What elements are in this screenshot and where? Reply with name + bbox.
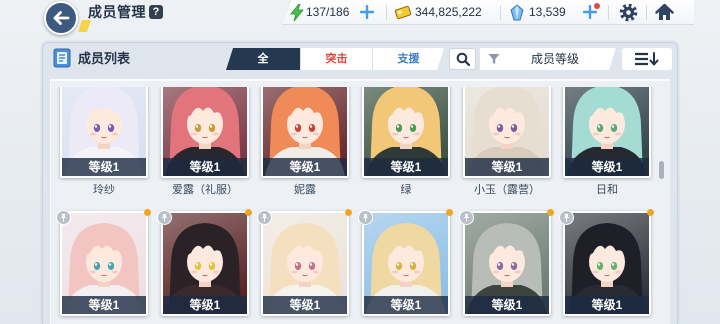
tab-all[interactable]: 全 bbox=[226, 48, 300, 70]
filter-dropdown[interactable]: 成员等级 bbox=[480, 48, 616, 70]
level-badge: 等级1 bbox=[263, 158, 347, 176]
search-icon bbox=[456, 52, 470, 66]
level-badge: 等级1 bbox=[163, 296, 247, 314]
student-card[interactable]: 等级1 bbox=[60, 87, 148, 178]
student-card[interactable]: 等级1 bbox=[257, 209, 352, 316]
list-icon bbox=[53, 48, 71, 68]
pin-icon[interactable] bbox=[459, 210, 474, 225]
sort-descending-icon bbox=[635, 52, 659, 66]
new-indicator-dot bbox=[345, 209, 352, 216]
student-name: 绿 bbox=[400, 184, 412, 196]
new-indicator-dot bbox=[547, 209, 554, 216]
notification-dot bbox=[594, 3, 600, 9]
level-badge: 等级1 bbox=[163, 158, 247, 176]
level-badge: 等级1 bbox=[364, 158, 448, 176]
pin-icon[interactable] bbox=[257, 210, 272, 225]
help-button[interactable]: ? bbox=[149, 5, 163, 19]
student-name: 玲纱 bbox=[93, 184, 115, 196]
arrow-left-icon bbox=[53, 11, 70, 25]
level-badge: 等级1 bbox=[465, 158, 549, 176]
pin-icon[interactable] bbox=[358, 210, 373, 225]
new-indicator-dot bbox=[245, 209, 252, 216]
back-button[interactable] bbox=[44, 1, 78, 35]
pin-icon[interactable] bbox=[559, 210, 574, 225]
level-badge: 等级1 bbox=[465, 296, 549, 314]
crystal-icon bbox=[510, 4, 524, 21]
student-card[interactable]: 等级1 bbox=[56, 209, 151, 316]
student-name: 爱露（礼服） bbox=[172, 184, 238, 196]
student-grid: 等级1 玲纱 等级1 爱露（礼服） 等级1 妮露 等级1 绿 等级1 小玉（露营… bbox=[50, 87, 670, 324]
student-card[interactable]: 等级1 bbox=[161, 87, 249, 178]
student-name: 妮露 bbox=[294, 184, 316, 196]
credit-card-icon bbox=[394, 5, 412, 20]
add-ap-icon[interactable] bbox=[360, 5, 374, 19]
new-indicator-dot bbox=[647, 209, 654, 216]
home-icon[interactable] bbox=[655, 3, 674, 22]
tab-striker[interactable]: 突击 bbox=[300, 48, 372, 70]
pyroxene-value: 13,539 bbox=[529, 5, 566, 19]
lightning-icon bbox=[290, 4, 304, 21]
divider bbox=[608, 5, 609, 20]
divider bbox=[500, 5, 501, 20]
level-badge: 等级1 bbox=[565, 158, 649, 176]
panel-title: 成员列表 bbox=[78, 51, 131, 66]
new-indicator-dot bbox=[446, 209, 453, 216]
level-badge: 等级1 bbox=[62, 296, 146, 314]
student-name: 小玉（露营） bbox=[474, 184, 540, 196]
pin-icon[interactable] bbox=[157, 210, 172, 225]
student-card[interactable]: 等级1 bbox=[563, 87, 651, 178]
title-accent bbox=[78, 20, 91, 32]
divider bbox=[386, 5, 387, 20]
student-card[interactable]: 等级1 bbox=[157, 209, 252, 316]
search-button[interactable] bbox=[449, 48, 476, 70]
credits-value: 344,825,222 bbox=[415, 5, 482, 19]
tab-special[interactable]: 支援 bbox=[372, 48, 444, 70]
scrollbar-thumb[interactable] bbox=[659, 161, 664, 179]
student-card[interactable]: 等级1 bbox=[459, 209, 554, 316]
sort-button[interactable] bbox=[622, 48, 672, 70]
student-card[interactable]: 等级1 bbox=[559, 209, 654, 316]
filter-label: 成员等级 bbox=[530, 52, 579, 66]
gear-icon[interactable] bbox=[619, 3, 638, 22]
pin-icon[interactable] bbox=[56, 210, 71, 225]
level-badge: 等级1 bbox=[62, 158, 146, 176]
student-card[interactable]: 等级1 bbox=[463, 87, 551, 178]
level-badge: 等级1 bbox=[364, 296, 448, 314]
page-title: 成员管理 bbox=[88, 4, 146, 20]
ap-value: 137/186 bbox=[306, 5, 350, 19]
student-card[interactable]: 等级1 bbox=[261, 87, 349, 178]
level-badge: 等级1 bbox=[565, 296, 649, 314]
divider bbox=[646, 5, 647, 20]
student-card[interactable]: 等级1 bbox=[358, 209, 453, 316]
student-name: 日和 bbox=[596, 184, 618, 196]
student-card[interactable]: 等级1 bbox=[362, 87, 450, 178]
level-badge: 等级1 bbox=[263, 296, 347, 314]
new-indicator-dot bbox=[144, 209, 151, 216]
role-tabs: 全 突击 支援 bbox=[226, 48, 444, 70]
